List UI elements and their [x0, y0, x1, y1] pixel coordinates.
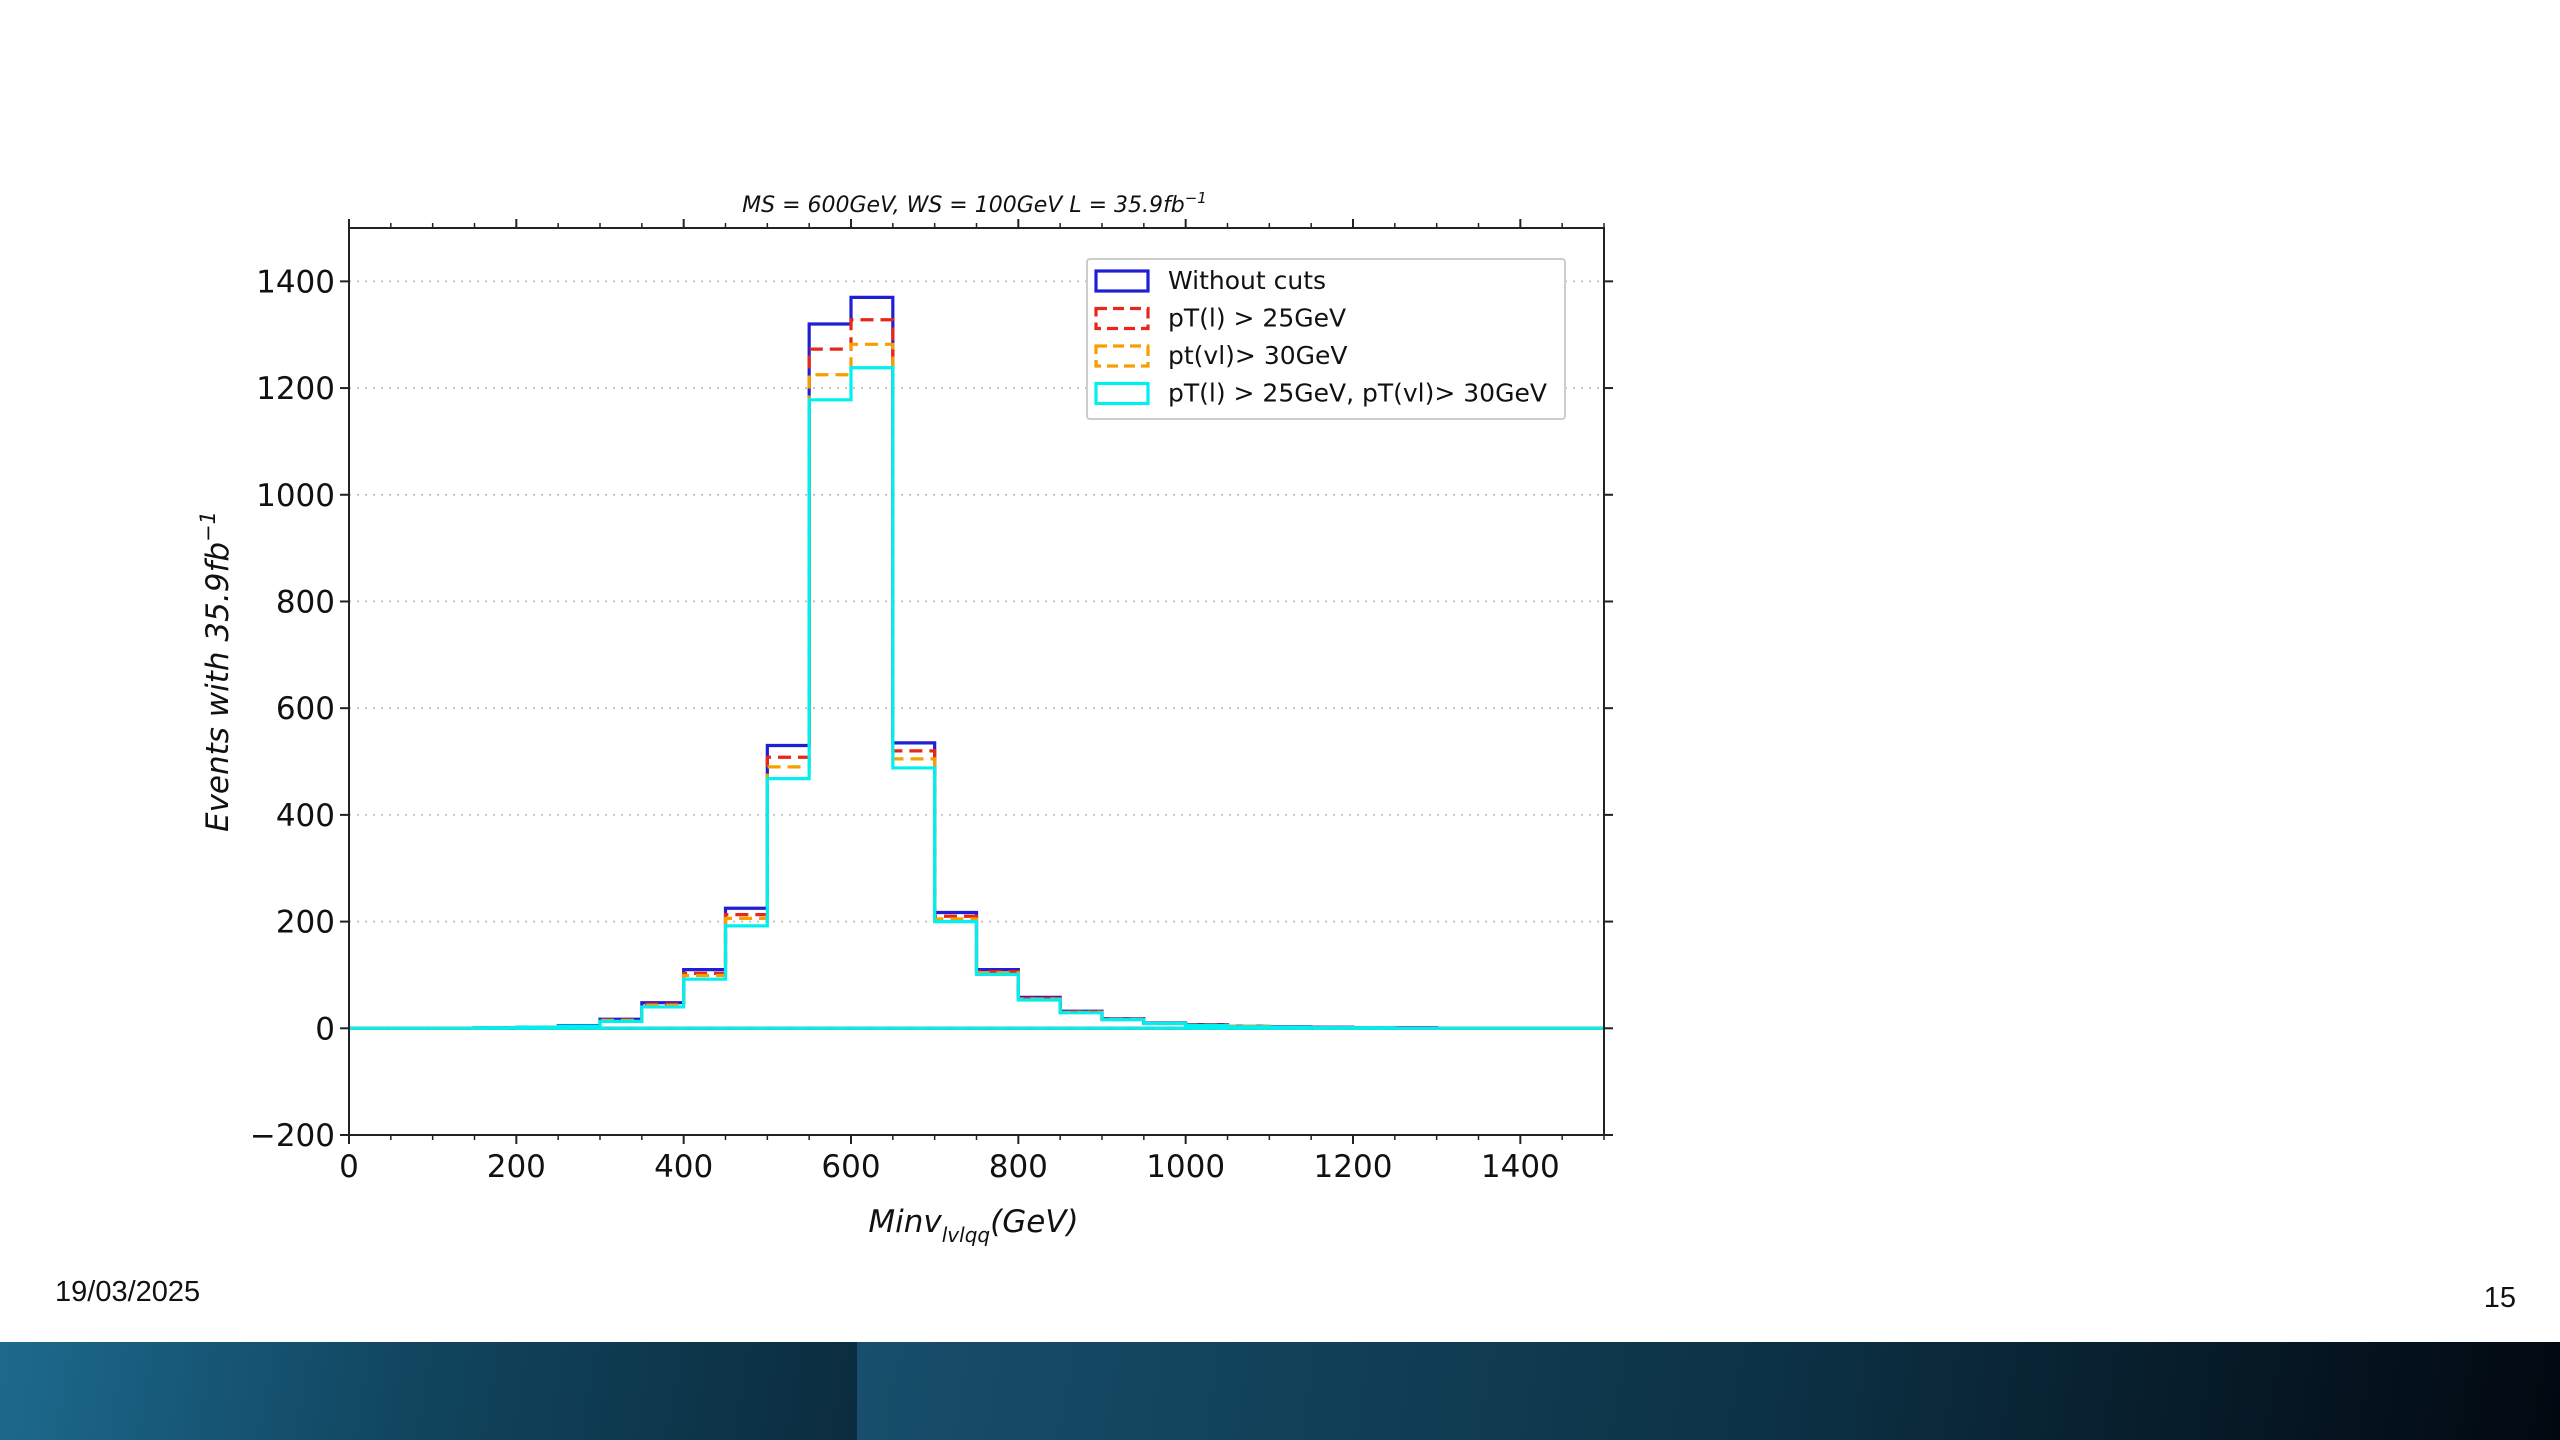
- footer-band-left: [0, 1342, 857, 1440]
- footer-band: [0, 1342, 2560, 1440]
- y-tick-label: 800: [276, 584, 335, 620]
- legend-label: pT(l) > 25GeV, pT(vl)> 30GeV: [1168, 379, 1547, 408]
- x-tick-label: 800: [989, 1149, 1048, 1185]
- chart-title: MS = 600GeV, WS = 100GeV L = 35.9fb−1: [742, 189, 1207, 218]
- legend-label: Without cuts: [1168, 266, 1326, 295]
- x-tick-label: 1200: [1314, 1149, 1393, 1185]
- x-tick-label: 0: [339, 1149, 359, 1185]
- x-tick-label: 600: [821, 1149, 880, 1185]
- legend-label: pt(vl)> 30GeV: [1168, 341, 1347, 370]
- y-tick-label: 0: [315, 1011, 335, 1047]
- y-tick-label: 200: [276, 905, 335, 941]
- x-tick-label: 400: [654, 1149, 713, 1185]
- y-tick-label: 1000: [256, 478, 335, 514]
- legend: Without cuts pT(l) > 25GeV pt(vl)> 30GeV pT…: [1086, 258, 1566, 420]
- y-tick-label: 1400: [256, 264, 335, 300]
- footer-band-right: [857, 1342, 2560, 1440]
- slide-date: 19/03/2025: [55, 1276, 201, 1308]
- y-tick-label: 1200: [256, 371, 335, 407]
- slide-page-number: 15: [2483, 1282, 2516, 1314]
- x-tick-label: 1400: [1481, 1149, 1560, 1185]
- histogram-chart: 0 200 400 600 800 1000 1200 1400−20002004006008…: [196, 189, 1613, 1247]
- legend-label: pT(l) > 25GeV: [1168, 304, 1346, 333]
- y-axis-label: Events with 35.9fb−1: [196, 511, 236, 832]
- y-tick-label: −200: [250, 1118, 335, 1154]
- y-tick-label: 400: [276, 798, 335, 834]
- y-tick-label: 600: [276, 691, 335, 727]
- series-4-step: [349, 366, 1604, 1030]
- x-axis-label: Minvlvlqq(GeV): [868, 1204, 1078, 1247]
- x-tick-label: 200: [487, 1149, 546, 1185]
- x-tick-label: 1000: [1146, 1149, 1225, 1185]
